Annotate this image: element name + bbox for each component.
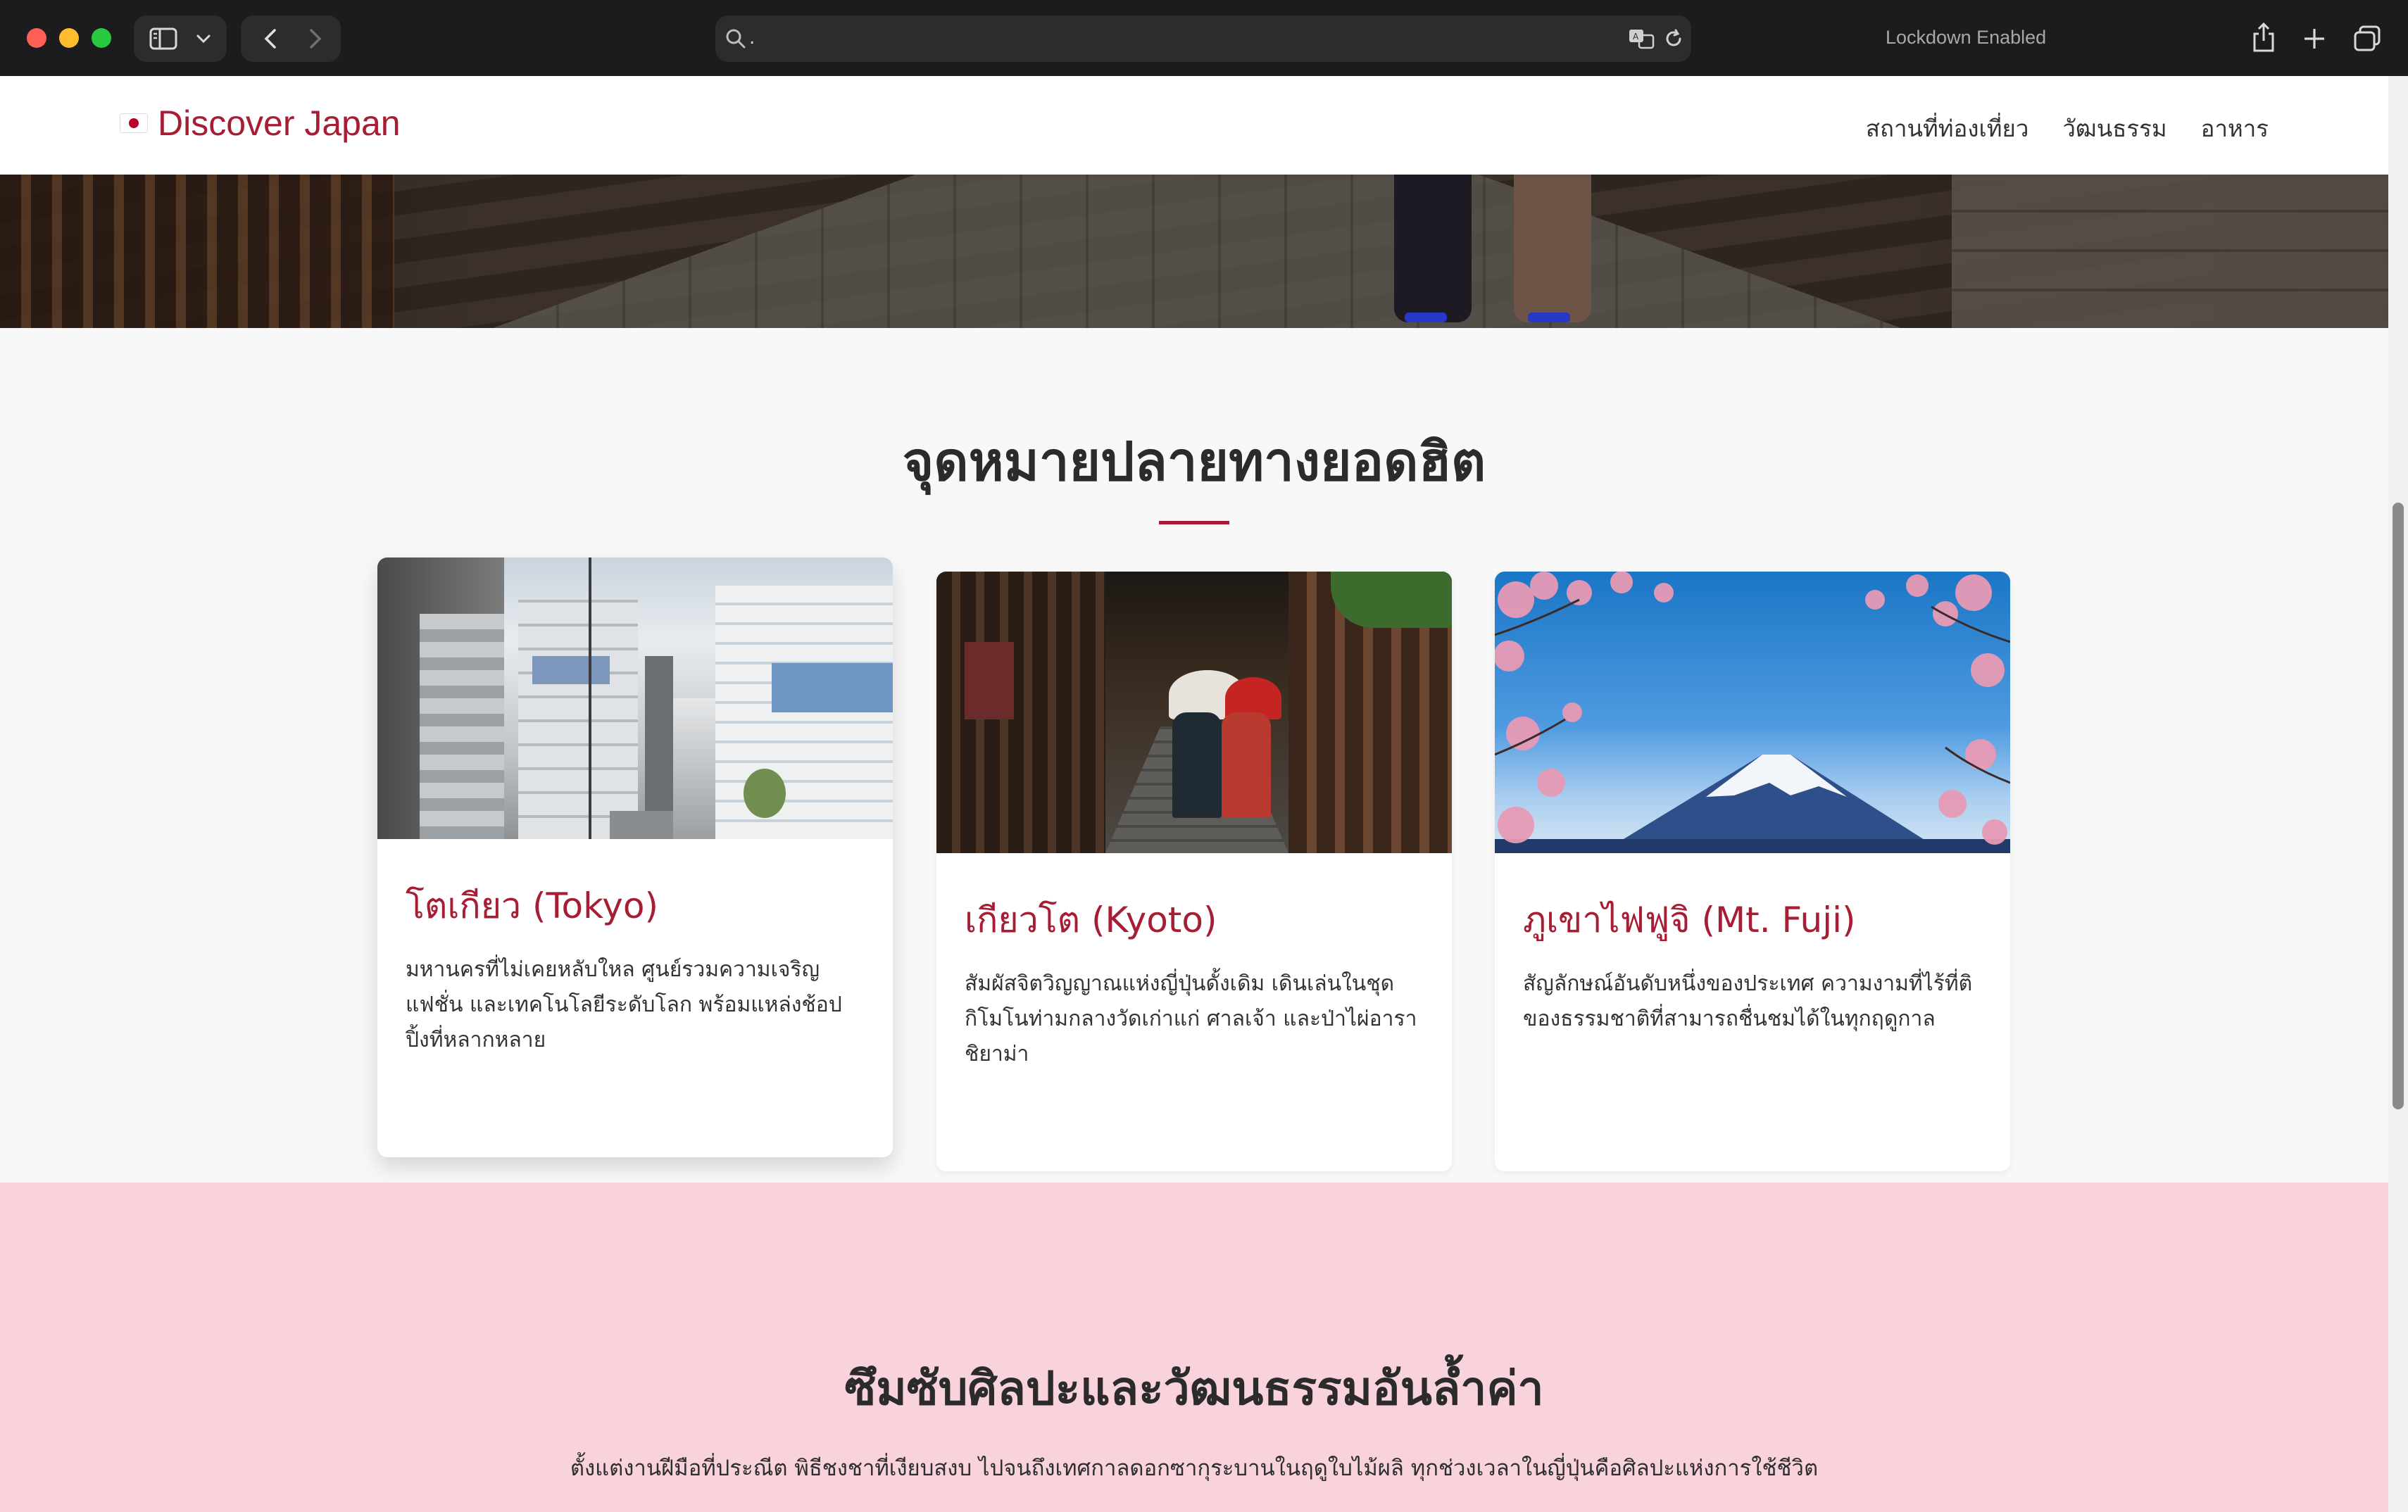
sidebar-icon <box>149 27 177 50</box>
svg-text:A: A <box>1633 32 1639 42</box>
tab-overview-icon[interactable] <box>2353 25 2381 52</box>
card-description: มหานครที่ไม่เคยหลับใหล ศูนย์รวมความเจริญ… <box>406 957 842 1052</box>
card-title[interactable]: ภูเขาไฟฟูจิ (Mt. Fuji) <box>1523 893 1982 948</box>
reload-icon[interactable] <box>1663 28 1684 49</box>
destination-card-kyoto[interactable]: เกียวโต (Kyoto) สัมผัสจิตวิญญาณแห่งญี่ปุ… <box>936 572 1452 1171</box>
destination-card-tokyo[interactable]: โตเกียว (Tokyo) มหานครที่ไม่เคยหลับใหล ศ… <box>377 557 893 1157</box>
lockdown-status: Lockdown Enabled <box>1886 27 2047 48</box>
scrollbar-thumb[interactable] <box>2393 503 2404 1109</box>
new-tab-icon[interactable] <box>2302 27 2326 51</box>
back-icon[interactable] <box>262 27 279 50</box>
translate-icon[interactable]: A <box>1628 27 1656 51</box>
nav-link-food[interactable]: อาหาร <box>2201 110 2269 147</box>
hero-kimono-figure <box>1394 175 1472 322</box>
card-description: สัมผัสจิตวิญญาณแห่งญี่ปุ่นดั้งเดิม เดินเ… <box>965 971 1417 1066</box>
card-description: สัญลักษณ์อันดับหนึ่งของประเทศ ความงามที่… <box>1523 971 1973 1031</box>
fuji-photo <box>1495 572 2010 853</box>
forward-icon[interactable] <box>307 27 324 50</box>
hero-stone-wall <box>1952 175 2388 328</box>
zoom-window-button[interactable] <box>92 28 111 48</box>
destination-card-fuji[interactable]: ภูเขาไฟฟูจิ (Mt. Fuji) สัญลักษณ์อันดับหน… <box>1495 572 2010 1171</box>
hero-street <box>493 175 1901 328</box>
site-logo[interactable]: Discover Japan <box>120 103 401 144</box>
logo-text[interactable]: Discover Japan <box>158 103 401 144</box>
search-icon <box>726 29 746 49</box>
address-bar[interactable]: A <box>715 15 1691 62</box>
hero-sandals <box>1528 313 1570 322</box>
card-title[interactable]: เกียวโต (Kyoto) <box>965 893 1424 948</box>
card-title[interactable]: โตเกียว (Tokyo) <box>406 878 865 934</box>
address-text[interactable]: . <box>749 25 755 49</box>
japan-flag-icon <box>120 113 148 133</box>
kyoto-photo <box>936 572 1452 853</box>
destinations-title: จุดหมายปลายทางยอดฮิต <box>902 430 1486 493</box>
share-icon[interactable] <box>2250 21 2277 53</box>
tokyo-photo <box>377 557 893 839</box>
title-underline <box>1159 521 1229 524</box>
hero-kimono-figure <box>1514 175 1591 322</box>
nav-link-attractions[interactable]: สถานที่ท่องเที่ยว <box>1866 110 2029 147</box>
culture-description: ตั้งแต่งานฝีมือที่ประณีต พิธีชงชาที่เงีย… <box>570 1456 1819 1481</box>
culture-title: ซึมซับศิลปะและวัฒนธรรมอันล้ำค่า <box>844 1361 1544 1416</box>
close-window-button[interactable] <box>27 28 46 48</box>
site-header: Discover Japan สถานที่ท่องเที่ยว วัฒนธรร… <box>0 76 2388 175</box>
hero-sandals <box>1405 313 1447 322</box>
chevron-down-icon[interactable] <box>196 33 211 44</box>
hero-image <box>0 175 2388 328</box>
history-navigation <box>241 15 341 62</box>
fuji-illustration <box>1495 572 2010 853</box>
main-nav: สถานที่ท่องเที่ยว วัฒนธรรม อาหาร <box>1866 110 2269 147</box>
browser-toolbar: A . Lockdown Enabled <box>0 0 2408 77</box>
minimize-window-button[interactable] <box>59 28 79 48</box>
sidebar-toggle-button[interactable] <box>134 15 227 62</box>
hero-wooden-wall <box>0 175 394 328</box>
nav-link-culture[interactable]: วัฒนธรรม <box>2062 110 2166 147</box>
web-page: Discover Japan สถานที่ท่องเที่ยว วัฒนธรร… <box>0 76 2388 1512</box>
